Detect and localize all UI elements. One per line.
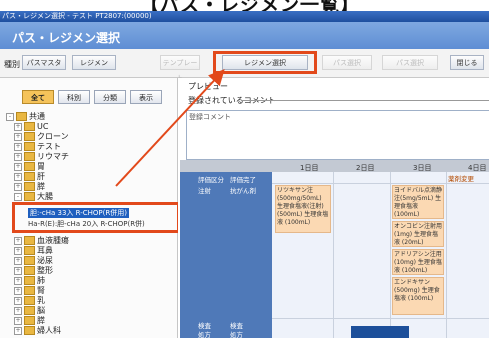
- annotation-arrow: [115, 69, 225, 187]
